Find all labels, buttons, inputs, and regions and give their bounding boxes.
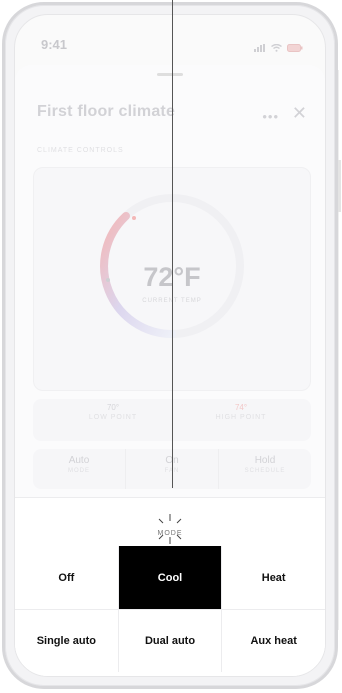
status-icons	[254, 39, 303, 57]
annotation-line	[172, 0, 173, 488]
side-rail	[338, 70, 339, 630]
section-label: CLIMATE CONTROLS	[37, 147, 124, 154]
status-time: 9:41	[41, 37, 68, 52]
battery-icon	[287, 39, 303, 57]
dial-marker-high	[132, 216, 136, 220]
high-point-value: 74°	[234, 403, 248, 412]
high-point[interactable]: 74° HIGH POINT	[181, 403, 301, 421]
low-point-value: 70°	[106, 403, 120, 412]
phone-screen: 9:41 First floor climate ••• ✕ CLIMATE C…	[14, 14, 326, 677]
mode-row: Off Cool Heat	[15, 546, 325, 609]
control-schedule-label: SCHEDULE	[244, 468, 286, 474]
mode-option-off[interactable]: Off	[15, 546, 119, 609]
mode-option-dual-auto[interactable]: Dual auto	[118, 610, 223, 672]
sparkle-icon	[158, 514, 182, 544]
mode-picker-panel: MODE Off Cool Heat Single auto Dual auto…	[15, 497, 325, 676]
mode-picker-title: MODE	[157, 530, 183, 537]
sheet-title: First floor climate	[37, 103, 176, 120]
mode-row: Single auto Dual auto Aux heat	[15, 609, 325, 672]
side-button	[338, 160, 341, 212]
low-point[interactable]: 70° LOW POINT	[53, 403, 173, 421]
sheet-grabber[interactable]	[157, 73, 183, 76]
phone-frame: 9:41 First floor climate ••• ✕ CLIMATE C…	[2, 2, 338, 689]
mode-option-aux-heat[interactable]: Aux heat	[222, 610, 325, 672]
mode-option-single-auto[interactable]: Single auto	[15, 610, 119, 672]
mode-options-grid: Off Cool Heat Single auto Dual auto Aux …	[15, 546, 325, 672]
control-schedule[interactable]: Hold SCHEDULE	[219, 449, 311, 489]
signal-icon	[254, 39, 266, 57]
control-schedule-value: Hold	[254, 455, 276, 466]
control-mode-value: Auto	[68, 455, 90, 466]
page: 9:41 First floor climate ••• ✕ CLIMATE C…	[0, 0, 342, 693]
control-mode[interactable]: Auto MODE	[33, 449, 126, 489]
mode-title-wrap: MODE	[15, 512, 325, 544]
mode-option-heat[interactable]: Heat	[222, 546, 325, 609]
more-horizontal-icon[interactable]: •••	[262, 109, 279, 124]
close-icon[interactable]: ✕	[292, 103, 307, 124]
mode-option-cool[interactable]: Cool	[118, 546, 223, 609]
control-mode-label: MODE	[68, 468, 90, 474]
wifi-icon	[271, 39, 282, 57]
low-point-label: LOW POINT	[88, 414, 138, 421]
high-point-label: HIGH POINT	[215, 414, 267, 421]
